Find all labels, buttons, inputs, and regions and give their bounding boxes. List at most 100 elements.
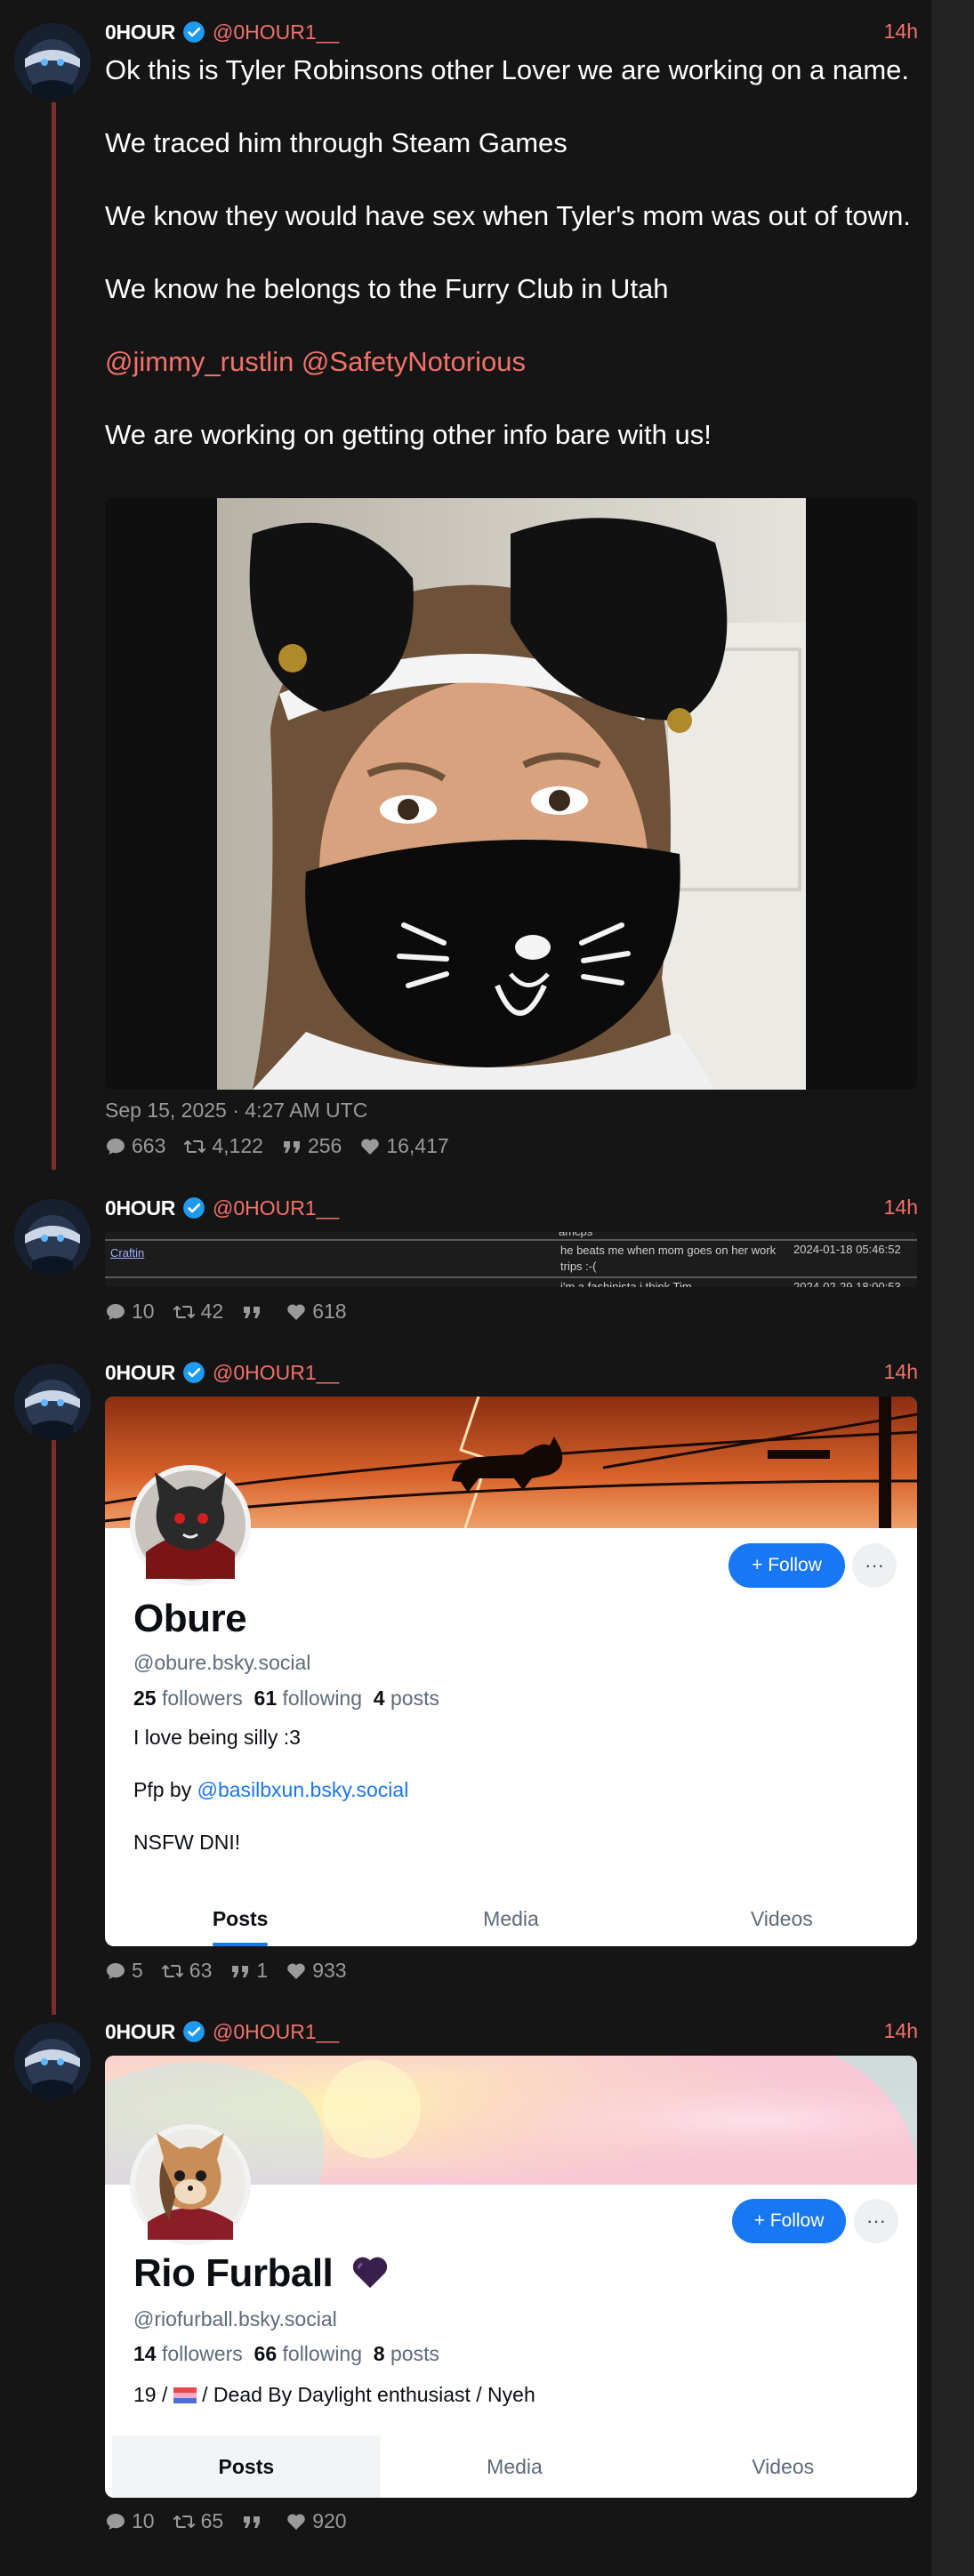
post-image-table[interactable]: amcps Craftin he beats me when mom goes … [105,1232,917,1287]
like-button[interactable]: 920 [286,2509,347,2533]
active-tab-indicator [213,1943,269,1946]
post-timestamp[interactable]: 14h [884,20,918,44]
like-button[interactable]: 933 [286,1959,347,1983]
heart-icon [361,1138,380,1155]
table-link[interactable]: Craftin [110,1246,144,1260]
avatar[interactable] [14,23,91,100]
avatar[interactable] [14,1364,91,1440]
quote-button[interactable] [241,1301,268,1323]
post-date[interactable]: Sep 15, 2025 · 4:27 AM UTC [105,1099,367,1123]
mention-links[interactable]: @jimmy_rustlin @SafetyNotorious [105,343,923,380]
like-button[interactable]: 618 [286,1300,347,1324]
profile-card[interactable]: + Follow ··· Rio Furball @riofurball.bsk… [105,2056,917,2498]
post-timestamp[interactable]: 14h [884,1360,918,1384]
tab-media[interactable]: Media [381,2435,649,2498]
followers-count[interactable]: 14 [133,2342,157,2365]
repost-icon [184,1139,206,1153]
verified-badge-icon [183,2021,205,2042]
quote-button[interactable]: 1 [229,1959,268,1983]
tab-videos[interactable]: Videos [648,2435,917,2498]
reply-button[interactable]: 10 [105,2509,155,2533]
tab-label: Media [483,1906,539,1930]
follow-button[interactable]: + Follow [728,1543,845,1588]
profile-avatar[interactable] [128,1463,253,1588]
repost-icon [173,1305,195,1318]
tab-label: Posts [218,2454,275,2478]
tab-posts[interactable]: Posts [112,2435,381,2498]
post-stats: 10 42 618 [105,1300,365,1324]
author-name[interactable]: 0HOUR [105,1196,175,1220]
author-handle[interactable]: @0HOUR1__ [213,20,339,44]
repost-button[interactable]: 63 [161,1959,213,1983]
author-handle[interactable]: @0HOUR1__ [213,1196,339,1220]
post-paragraph: We are working on getting other info bar… [105,419,712,450]
like-button[interactable]: 16,417 [359,1134,449,1158]
post-paragraph: We know he belongs to the Furry Club in … [105,273,669,304]
reply-button[interactable]: 5 [105,1959,143,1983]
tab-videos[interactable]: Videos [647,1891,917,1946]
following-count[interactable]: 66 [254,2342,278,2365]
quote-icon [244,1306,261,1318]
repost-count: 4,122 [212,1134,263,1157]
avatar[interactable] [14,2023,91,2099]
heart-icon [287,1303,305,1320]
reply-icon [107,1962,125,1979]
follow-button[interactable]: + Follow [732,2199,846,2243]
author-name[interactable]: 0HOUR [105,2020,175,2044]
followers-label[interactable]: followers [162,2342,243,2365]
following-count[interactable]: 61 [254,1686,278,1710]
repost-button[interactable]: 42 [173,1300,224,1324]
bio-text: / Dead By Daylight enthusiast / Nyeh [196,2383,535,2406]
following-label[interactable]: following [283,2342,363,2365]
post-timestamp[interactable]: 14h [884,1195,918,1220]
more-options-button[interactable]: ··· [854,2199,898,2243]
tab-label: Videos [752,2454,815,2478]
table-cell: amcps [559,1232,592,1238]
author-handle[interactable]: @0HOUR1__ [213,2020,339,2044]
quote-button[interactable]: 256 [281,1134,342,1158]
repost-button[interactable]: 4,122 [183,1134,263,1158]
profile-avatar[interactable] [128,2122,253,2247]
author-handle[interactable]: @0HOUR1__ [213,1361,339,1385]
followers-count[interactable]: 25 [133,1686,157,1710]
tab-posts[interactable]: Posts [105,1891,375,1946]
like-count: 618 [312,1300,347,1323]
post-header: 0HOUR @0HOUR1__ [105,1192,339,1224]
reply-count: 10 [132,1300,155,1323]
reply-button[interactable]: 10 [105,1300,155,1324]
profile-card[interactable]: + Follow ··· Obure @obure.bsky.social 25… [105,1397,917,1946]
more-options-button[interactable]: ··· [852,1543,897,1588]
quote-count: 1 [256,1959,269,1982]
verified-badge-icon [183,1197,205,1219]
followers-label[interactable]: followers [162,1686,243,1710]
reply-button[interactable]: 663 [105,1134,165,1158]
like-count: 933 [312,1959,347,1982]
tab-label: Posts [212,1906,269,1930]
bio-text: Pfp by [133,1778,197,1801]
tab-label: Media [487,2454,543,2478]
bio-text: 19 / [133,2383,173,2406]
author-name[interactable]: 0HOUR [105,1361,175,1385]
repost-button[interactable]: 65 [173,2509,223,2533]
post-timestamp[interactable]: 14h [884,2019,918,2043]
tab-media[interactable]: Media [375,1891,646,1946]
quote-button[interactable] [241,2511,268,2532]
profile-tabs: Posts Media Videos [105,1891,917,1946]
following-label[interactable]: following [283,1686,363,1710]
posts-count: 4 [373,1686,385,1710]
profile-handle[interactable]: @riofurball.bsky.social [133,2307,337,2331]
post-paragraph: We know they would have sex when Tyler's… [105,200,911,231]
author-name[interactable]: 0HOUR [105,20,175,44]
reply-count: 5 [132,1959,143,1982]
reply-count: 663 [132,1134,166,1157]
post-header: 0HOUR @0HOUR1__ [105,2016,339,2048]
bio-mention-link[interactable]: @basilbxun.bsky.social [197,1778,409,1801]
repost-count: 63 [189,1959,213,1982]
avatar[interactable] [14,1199,91,1276]
profile-handle[interactable]: @obure.bsky.social [133,1651,310,1675]
post-photo[interactable] [217,498,806,1090]
post-header: 0HOUR @0HOUR1__ [105,1356,339,1389]
post-image-container[interactable] [105,498,917,1090]
heart-emoji-icon [352,2257,388,2289]
repost-count: 42 [200,1300,224,1323]
